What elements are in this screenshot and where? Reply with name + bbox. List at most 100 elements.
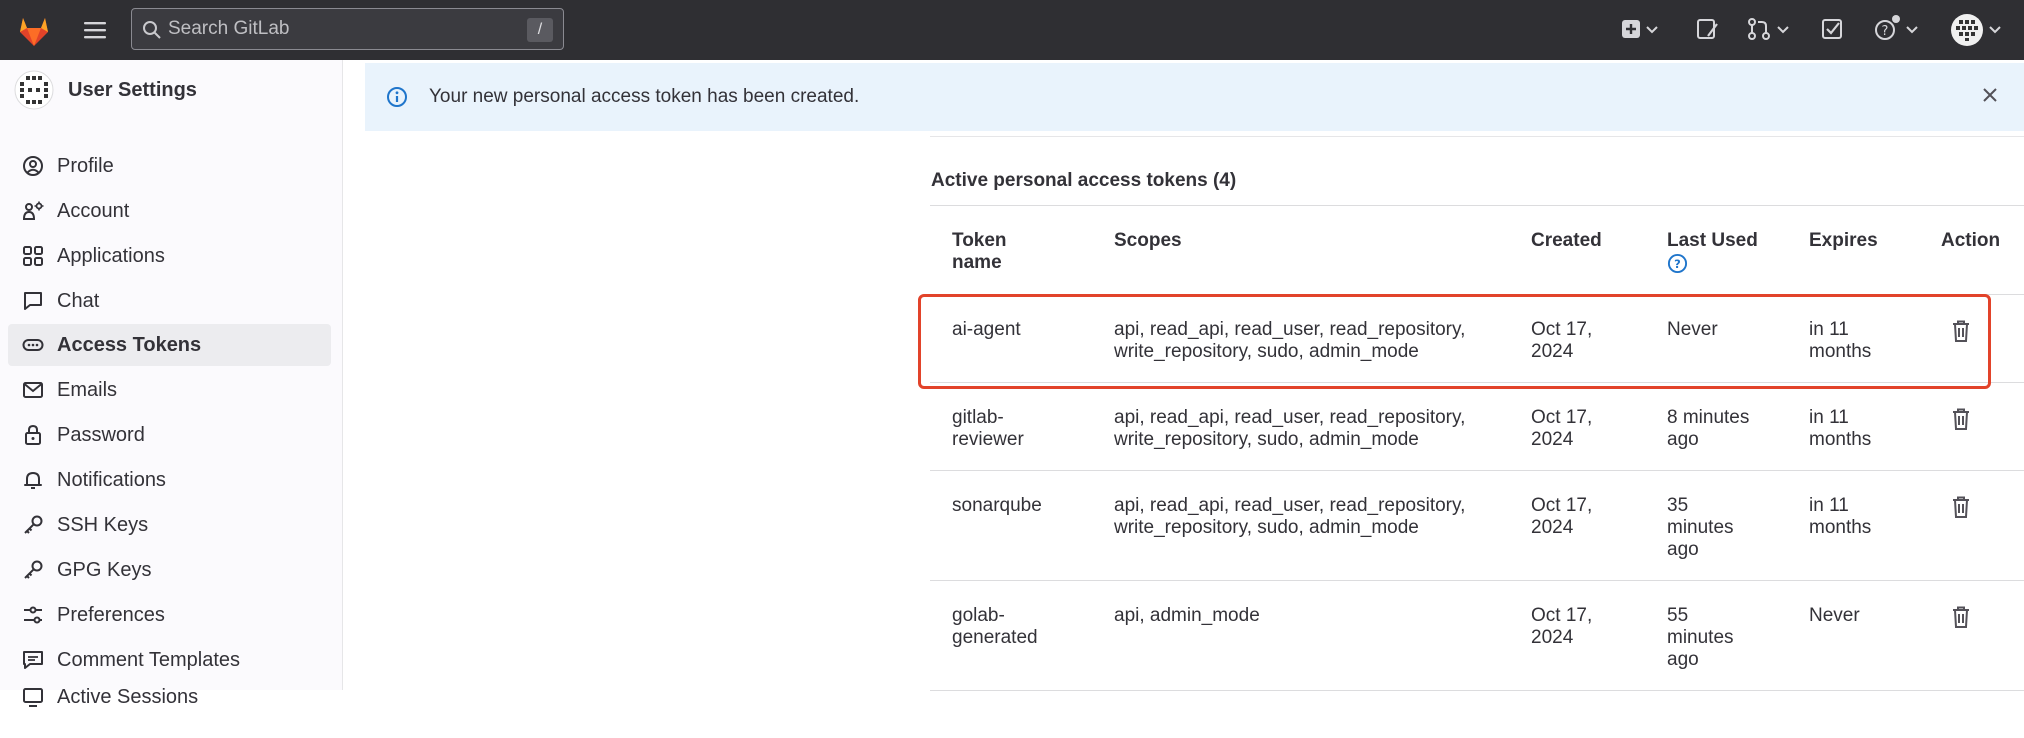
svg-text:?: ?: [1674, 257, 1681, 271]
token-scopes: api, admin_mode: [1114, 605, 1504, 627]
token-last-used: 35 minutes ago: [1667, 495, 1787, 561]
sidebar-item-account[interactable]: Account: [8, 190, 331, 232]
sidebar-item-ssh-keys[interactable]: SSH Keys: [8, 504, 331, 546]
bell-icon: [24, 472, 42, 489]
sidebar-item-label: SSH Keys: [57, 513, 149, 536]
create-new-icon[interactable]: [1620, 14, 1664, 44]
token-name-text: gitlab-: [952, 407, 1004, 428]
table-row: sonarqube api, read_api, read_user, read…: [930, 471, 2024, 581]
token-created: Oct 17, 2024: [1531, 495, 1651, 539]
token-name-text: sonarqube: [952, 495, 1042, 516]
sidebar-item-label: Account: [57, 199, 130, 222]
revoke-trash-icon[interactable]: [1950, 407, 1972, 431]
token-expires: Never: [1809, 605, 1919, 627]
settings-sidebar: User Settings Profile Account Applicatio…: [0, 60, 343, 708]
last-used-text: 35: [1667, 495, 1689, 516]
merge-requests-icon[interactable]: [1746, 14, 1796, 44]
sidebar-item-active-sessions[interactable]: Active Sessions: [8, 684, 331, 708]
profile-icon: [23, 156, 43, 176]
header-last-used: Last Used ?: [1667, 230, 1787, 280]
token-expires: in 11 months: [1809, 495, 1919, 539]
last-used-text: minutes: [1667, 517, 1734, 538]
help-icon[interactable]: ?: [1873, 14, 1925, 44]
user-avatar-icon[interactable]: [1950, 10, 2006, 50]
token-last-used: 55 minutes ago: [1667, 605, 1787, 671]
last-used-text: ago: [1667, 539, 1699, 560]
expires-text: Never: [1809, 605, 1860, 626]
scopes-text: api, read_api, read_user, read_repositor…: [1114, 495, 1466, 516]
last-used-text: 8 minutes: [1667, 407, 1750, 428]
revoke-trash-icon[interactable]: [1950, 605, 1972, 629]
sidebar-item-emails[interactable]: Emails: [8, 369, 331, 411]
created-text: Oct 17,: [1531, 605, 1593, 626]
token-name-text: reviewer: [952, 429, 1024, 450]
chat-icon: [24, 292, 42, 310]
sidebar-item-chat[interactable]: Chat: [8, 280, 331, 322]
sidebar-item-gpg-keys[interactable]: GPG Keys: [8, 549, 331, 591]
expires-text: in 11: [1809, 495, 1849, 516]
header-label: Last Used: [1667, 230, 1758, 251]
sidebar-item-label: Notifications: [57, 468, 166, 491]
search-box[interactable]: /: [131, 8, 564, 50]
sidebar-item-preferences[interactable]: Preferences: [8, 594, 331, 636]
sidebar-item-label: Active Sessions: [57, 686, 199, 708]
scopes-text: write_repository, sudo, admin_mode: [1114, 429, 1419, 450]
user-avatar[interactable]: [14, 70, 54, 110]
preferences-icon: [24, 606, 42, 624]
issues-icon[interactable]: [1695, 14, 1721, 44]
sidebar-item-password[interactable]: Password: [8, 414, 331, 456]
lock-icon: [25, 424, 41, 445]
sidebar-item-label: Comment Templates: [57, 648, 241, 671]
sidebar-item-profile[interactable]: Profile: [8, 145, 331, 187]
close-icon[interactable]: [1980, 85, 2000, 105]
sidebar-item-label: Password: [57, 423, 145, 446]
gitlab-logo-icon[interactable]: [14, 10, 54, 50]
sidebar-item-label: GPG Keys: [57, 558, 152, 581]
token-expires: in 11 months: [1809, 407, 1919, 451]
sidebar-header: User Settings: [14, 70, 197, 110]
highlight-annotation-box: [918, 294, 1991, 389]
header-token-name: Token name: [952, 230, 1092, 274]
account-icon: [22, 201, 44, 220]
header-action: Action: [1941, 230, 2001, 251]
token-scopes: api, read_api, read_user, read_repositor…: [1114, 495, 1504, 539]
last-used-text: ago: [1667, 429, 1699, 450]
sidebar-item-label: Chat: [57, 289, 100, 312]
header-expires: Expires: [1809, 230, 1878, 251]
token-scopes: api, read_api, read_user, read_repositor…: [1114, 407, 1504, 451]
section-divider: [930, 136, 2024, 137]
search-input[interactable]: [168, 15, 488, 43]
last-used-text: minutes: [1667, 627, 1734, 648]
last-used-text: ago: [1667, 649, 1699, 670]
revoke-trash-icon[interactable]: [1950, 495, 1972, 519]
sidebar-title: User Settings: [68, 78, 197, 101]
header-scopes: Scopes: [1114, 230, 1182, 251]
token-name: sonarqube: [952, 495, 1092, 517]
key-icon: [24, 515, 43, 534]
token-name: golab-generated: [952, 605, 1092, 649]
scopes-text: write_repository, sudo, admin_mode: [1114, 517, 1419, 538]
token-name: gitlab-reviewer: [952, 407, 1092, 451]
alert-message: Your new personal access token has been …: [429, 86, 860, 107]
token-name-text: generated: [952, 627, 1038, 648]
token-icon: [22, 339, 44, 351]
key-icon: [24, 560, 43, 579]
help-icon[interactable]: ?: [1667, 253, 1688, 274]
token-name-text: golab-: [952, 605, 1005, 626]
search-icon: [143, 21, 161, 39]
sidebar-item-label: Preferences: [57, 603, 165, 626]
sidebar-item-applications[interactable]: Applications: [8, 235, 331, 277]
hamburger-menu-icon[interactable]: [82, 17, 108, 43]
comment-icon: [23, 651, 43, 669]
applications-icon: [23, 246, 43, 266]
created-text: 2024: [1531, 429, 1574, 450]
sidebar-item-notifications[interactable]: Notifications: [8, 459, 331, 501]
expires-text: months: [1809, 517, 1872, 538]
sidebar-item-comment-templates[interactable]: Comment Templates: [8, 639, 331, 681]
sidebar-item-access-tokens[interactable]: Access Tokens: [8, 324, 331, 366]
todo-icon[interactable]: [1820, 14, 1846, 44]
expires-text: in 11: [1809, 407, 1849, 428]
expires-text: months: [1809, 429, 1872, 450]
svg-text:?: ?: [1882, 24, 1889, 39]
sidebar-item-label: Access Tokens: [57, 333, 202, 356]
